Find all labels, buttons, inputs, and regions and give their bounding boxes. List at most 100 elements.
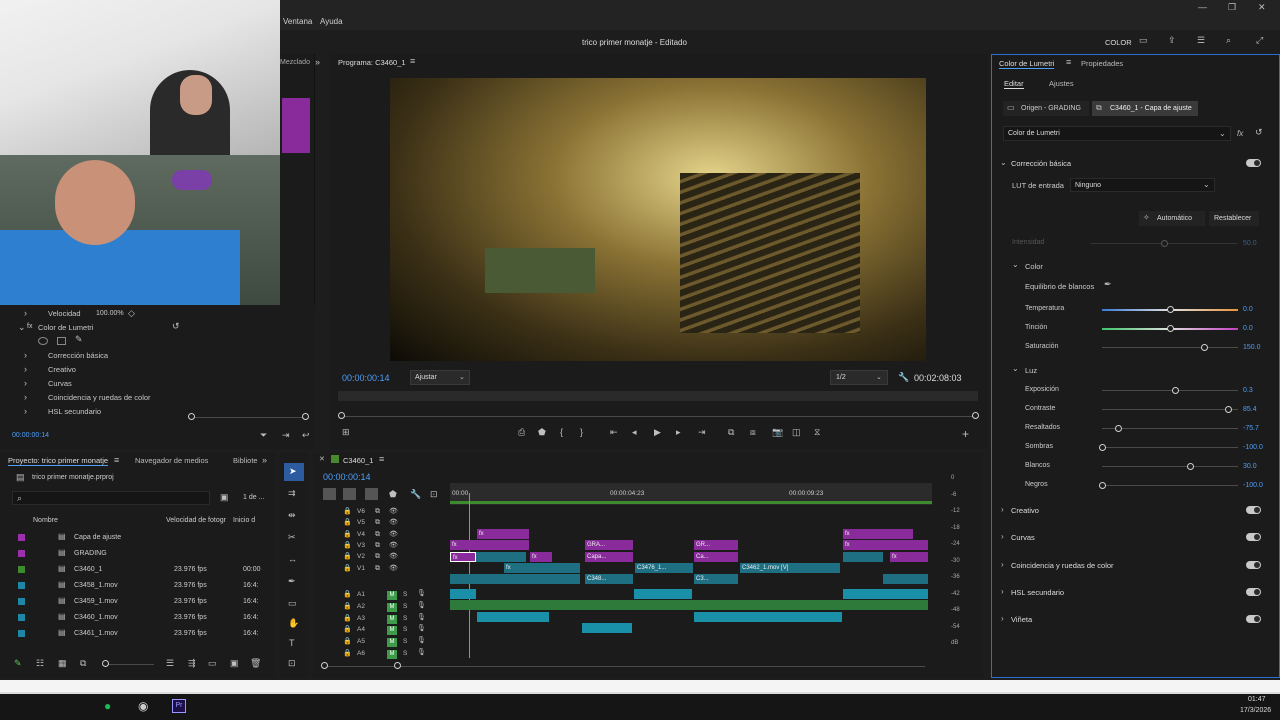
new-item-icon[interactable]: ▣ bbox=[230, 659, 239, 668]
chevron-down-icon[interactable]: ⌄ bbox=[18, 323, 26, 332]
program-ruler[interactable] bbox=[338, 391, 978, 401]
sync-icon[interactable]: ⧉ bbox=[375, 531, 380, 538]
slider-knob[interactable] bbox=[1201, 344, 1208, 351]
video-track-header[interactable]: 🔒 V2 ⧉ 👁 bbox=[313, 552, 450, 563]
clip-v3-a[interactable] bbox=[476, 552, 526, 562]
lock-icon[interactable]: 🔒 bbox=[343, 650, 352, 657]
origin-tab[interactable]: ▭ Origen - GRADING bbox=[1003, 101, 1089, 116]
slider-value[interactable]: 150.0 bbox=[1243, 344, 1261, 351]
lock-icon[interactable]: 🔒 bbox=[343, 591, 352, 598]
effect-select[interactable]: Color de Lumetri ⌄ bbox=[1003, 126, 1231, 141]
time-ruler[interactable]: 00:00 00:00:04:23 00:00:09:23 bbox=[450, 483, 932, 505]
slider-value[interactable]: -100.0 bbox=[1243, 482, 1263, 489]
tab-libraries[interactable]: Bibliote bbox=[233, 456, 258, 465]
selection-tool-icon[interactable]: ➤ bbox=[284, 463, 304, 481]
new-bin-icon[interactable]: ▭ bbox=[208, 659, 217, 668]
mark-out-icon[interactable]: } bbox=[580, 428, 583, 437]
captions-icon[interactable]: ⊡ bbox=[430, 490, 438, 499]
slip-icon[interactable]: ↔ bbox=[288, 555, 297, 564]
video-frame[interactable] bbox=[390, 78, 926, 361]
program-zoom-track[interactable] bbox=[342, 416, 976, 417]
premiere-icon[interactable]: Pr bbox=[172, 699, 186, 713]
video-track-header[interactable]: 🔒 V1 ⧉ 👁 bbox=[313, 564, 450, 575]
track-select-icon[interactable]: ⇉ bbox=[288, 489, 296, 498]
mute-button[interactable]: M bbox=[387, 602, 397, 612]
panel-menu-icon[interactable]: ≡ bbox=[114, 456, 119, 465]
clip-adj-2[interactable]: fx bbox=[450, 540, 529, 550]
clip-adj-1[interactable]: fx bbox=[477, 529, 529, 539]
eye-icon[interactable]: 👁 bbox=[389, 553, 398, 560]
lumetri-section[interactable]: › HSL secundario bbox=[992, 581, 1280, 603]
project-row[interactable]: ▤ C3460_1.mov 23.976 fps 16:4: bbox=[8, 610, 259, 626]
eye-icon[interactable]: 👁 bbox=[389, 531, 398, 538]
ripple-edit-icon[interactable]: ⇹ bbox=[288, 511, 296, 520]
tab-mezclador[interactable]: Mezclado bbox=[280, 59, 310, 66]
reset-button[interactable]: Restablecer bbox=[1209, 211, 1259, 226]
chevron-right-icon[interactable]: › bbox=[24, 379, 27, 388]
clip-gr[interactable]: GR... bbox=[694, 540, 738, 550]
clip-adj-right-1[interactable]: fx bbox=[843, 529, 913, 539]
slider-knob[interactable] bbox=[1099, 482, 1106, 489]
col-start[interactable]: Inicio d bbox=[233, 517, 255, 524]
lock-icon[interactable]: 🔒 bbox=[343, 519, 352, 526]
chevron-down-icon[interactable]: ⌄ bbox=[1000, 159, 1007, 167]
lock-icon[interactable]: 🔒 bbox=[343, 638, 352, 645]
intensity-value[interactable]: 50.0 bbox=[1243, 240, 1257, 247]
lumetri-section[interactable]: › Curvas bbox=[992, 526, 1280, 548]
section-toggle[interactable] bbox=[1246, 560, 1261, 569]
resolution-select[interactable]: 1/2 ⌄ bbox=[830, 370, 888, 385]
thumb-size-track[interactable] bbox=[104, 664, 154, 665]
subtab-adjust[interactable]: Ajustes bbox=[1049, 79, 1074, 88]
add-button-icon[interactable]: + bbox=[962, 428, 969, 440]
project-row[interactable]: ▤ GRADING bbox=[8, 546, 258, 562]
basic-correction-header[interactable]: Corrección básica bbox=[1011, 159, 1071, 168]
slider-knob[interactable] bbox=[1172, 387, 1180, 394]
close-tab-icon[interactable]: ✕ bbox=[319, 456, 325, 463]
slider-knob[interactable] bbox=[1225, 406, 1233, 413]
zoom-knob-right[interactable] bbox=[972, 412, 979, 419]
tab-sequence[interactable]: C3460_1 bbox=[343, 456, 373, 465]
type-icon[interactable]: T bbox=[289, 639, 295, 648]
mic-icon[interactable]: 🎙 bbox=[417, 590, 426, 597]
project-row[interactable]: ▤ Capa de ajuste bbox=[8, 530, 258, 546]
audio-track-header[interactable]: 🔒 A5 M S 🎙 bbox=[313, 637, 450, 648]
clip-v1-right[interactable] bbox=[883, 574, 928, 584]
slider-track[interactable] bbox=[1102, 447, 1238, 448]
project-row[interactable]: ▤ C3459_1.mov 23.976 fps 16:4: bbox=[8, 594, 259, 610]
video-track-header[interactable]: 🔒 V3 ⧉ 👁 bbox=[313, 541, 450, 552]
solo-button[interactable]: S bbox=[403, 615, 407, 622]
luz-header[interactable]: Luz bbox=[1025, 366, 1037, 375]
overwrite-icon[interactable]: ⧈ bbox=[750, 428, 756, 437]
audio-a1-a[interactable] bbox=[450, 589, 476, 599]
audio-a2[interactable] bbox=[450, 600, 928, 610]
color-header[interactable]: Color bbox=[1025, 262, 1043, 271]
velocidad-value[interactable]: 100.00% bbox=[96, 310, 124, 317]
audio-a3-b[interactable] bbox=[694, 612, 842, 622]
clip-v3-b[interactable]: fx bbox=[530, 552, 552, 562]
slider-value[interactable]: 0.0 bbox=[1243, 325, 1253, 332]
freeform-view-icon[interactable]: ⧉ bbox=[80, 659, 86, 668]
lumetri-section[interactable]: › Coincidencia y ruedas de color bbox=[992, 554, 1280, 576]
tab-lumetri[interactable]: Color de Lumetri bbox=[999, 59, 1055, 69]
audio-track-header[interactable]: 🔒 A1 M S 🎙 bbox=[313, 590, 450, 601]
sync-icon[interactable]: ⧉ bbox=[375, 565, 380, 572]
wrench-icon[interactable]: 🔧 bbox=[410, 490, 421, 499]
lumetri-section[interactable]: › Viñeta bbox=[992, 608, 1280, 630]
camera-icon[interactable]: 📷 bbox=[772, 428, 783, 437]
zoom-knob-left[interactable] bbox=[338, 412, 345, 419]
keyframe-icon[interactable]: ◇ bbox=[128, 309, 135, 318]
return-icon[interactable]: ↩ bbox=[302, 431, 310, 440]
lock-icon[interactable]: 🔒 bbox=[343, 626, 352, 633]
pen-mask-icon[interactable]: ✎ bbox=[75, 335, 83, 344]
audio-track-header[interactable]: 🔒 A4 M S 🎙 bbox=[313, 625, 450, 636]
play-icon[interactable]: ▶ bbox=[654, 428, 661, 437]
minimize-icon[interactable]: — bbox=[1198, 3, 1207, 12]
timeline-zoom-track[interactable] bbox=[325, 666, 925, 667]
lock-icon[interactable]: 🔒 bbox=[343, 542, 352, 549]
audio-track-header[interactable]: 🔒 A6 M S 🎙 bbox=[313, 649, 450, 660]
lumetri-item-creative[interactable]: Creativo bbox=[48, 365, 76, 374]
lumetri-item-curves[interactable]: Curvas bbox=[48, 379, 72, 388]
slider-knob[interactable] bbox=[1099, 444, 1106, 451]
snap-icon[interactable] bbox=[343, 488, 356, 500]
marker-icon[interactable]: ⬟ bbox=[538, 428, 546, 437]
